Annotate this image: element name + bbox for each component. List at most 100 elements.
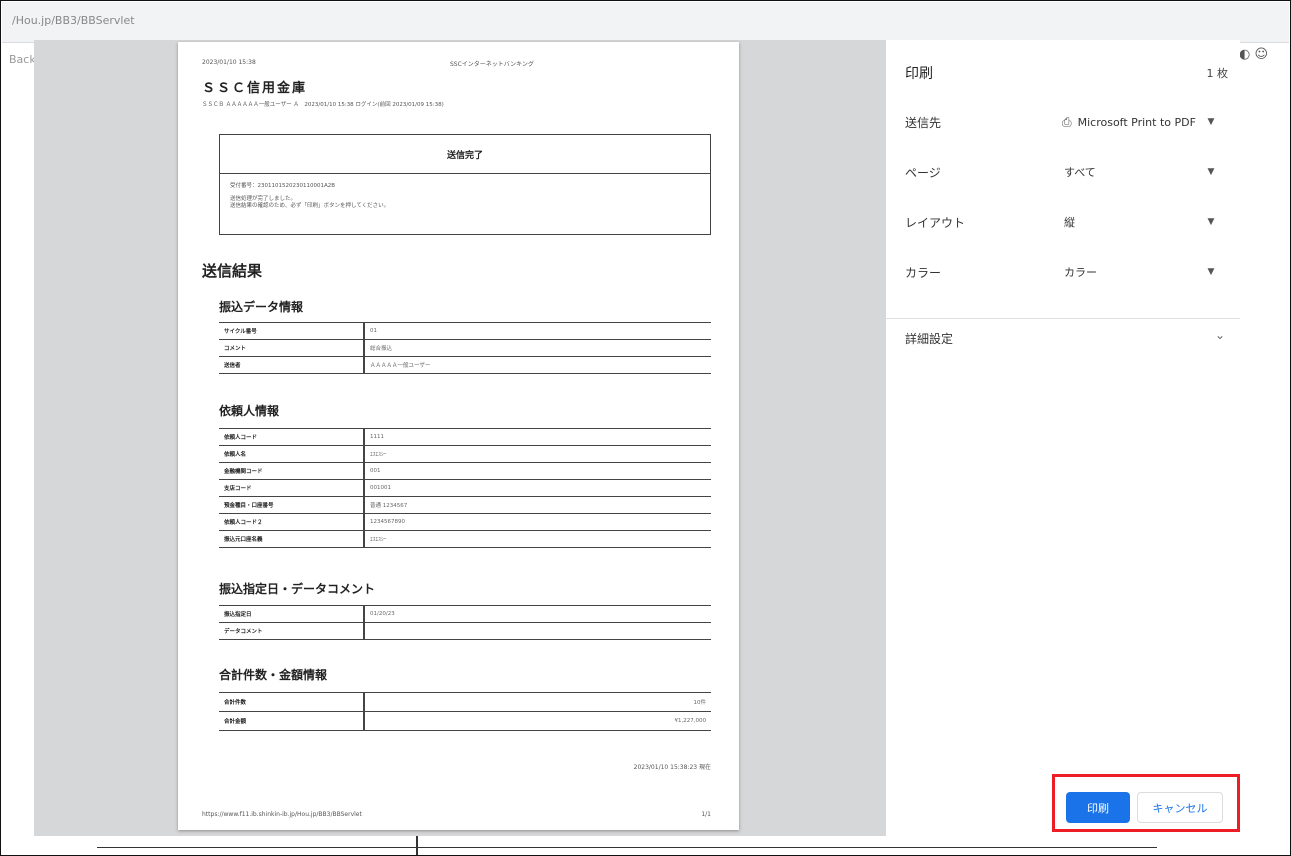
chevron-down-icon: ▼ (1207, 117, 1215, 127)
sheet-count: 1 枚 (1206, 67, 1229, 80)
table-row: 依頼人コード 1111 (219, 428, 711, 446)
page-header-title: SSCインターネットバンキング (450, 61, 534, 68)
row-value: 総合振込 (364, 339, 711, 357)
results-heading: 送信結果 (202, 262, 263, 280)
row-value: ¥1,227,000 (364, 711, 711, 731)
table-row: 振込指定日 01/20/23 (219, 605, 711, 623)
settings-divider (886, 318, 1240, 319)
row-key: 依頼人名 (219, 445, 365, 463)
row-value: ＡＡＡＡＡ一般ユーザー (364, 356, 711, 374)
destination-select[interactable]: ⎙ Microsoft Print to PDF ▼ (1042, 107, 1222, 137)
table-row: 合計金額 ¥1,227,000 (219, 711, 711, 731)
row-key: 金融機関コード (219, 462, 365, 480)
layout-label: レイアウト (905, 216, 966, 230)
table-row: 振込元口座名義 ｴｽｴｽｼｰ (219, 530, 711, 548)
destination-value: Microsoft Print to PDF (1077, 115, 1196, 129)
row-key: 預金種目・口座番号 (219, 496, 365, 514)
destination-label: 送信先 (905, 116, 942, 130)
table-row: 金融機関コード 001 (219, 462, 711, 480)
row-key: 依頼人コード２ (219, 513, 365, 531)
table-row: サイクル番号 01 (219, 322, 711, 340)
row-key: 合計金額 (219, 711, 365, 731)
row-key: 支店コード (219, 479, 365, 497)
chevron-down-icon: ▼ (1207, 167, 1215, 177)
section-title-totals: 合計件数・金額情報 (219, 668, 328, 682)
totals-table: 合計件数 10件 合計金額 ¥1,227,000 (219, 692, 711, 731)
footer-page-number: 1/1 (701, 811, 711, 818)
row-value: 01 (364, 322, 711, 340)
table-row: 依頼人コード２ 1234567890 (219, 513, 711, 531)
layout-value: 縦 (1064, 216, 1075, 229)
completion-line: 送信処理が完了しました。 (230, 196, 297, 202)
table-row: 支店コード 001001 (219, 479, 711, 497)
row-value: ｴｽｴｽｼｰ (364, 530, 711, 548)
color-label: カラー (905, 266, 942, 280)
pages-select[interactable]: すべて ▼ (1042, 157, 1222, 187)
footer-url: https://www.f11.ib.shinkin-ib.jp/Hou.jp/… (202, 811, 362, 818)
print-settings-panel: 印刷 1 枚 送信先 ⎙ Microsoft Print to PDF ▼ ペー… (886, 40, 1240, 836)
row-key: 振込元口座名義 (219, 530, 365, 548)
row-value: 10件 (364, 692, 711, 712)
user-info-line: ＳＳＣＢ ＡＡＡＡＡＡ一般ユーザー Ａ 2023/01/10 15:38 ログイ… (202, 102, 444, 108)
more-settings-label: 詳細設定 (905, 332, 954, 346)
completion-message: 受付番号：2301101520230110001A2B 送信処理が完了しました。… (220, 174, 710, 219)
table-row: 預金種目・口座番号 普通 1234567 (219, 496, 711, 514)
print-title: 印刷 (905, 66, 933, 82)
pages-row: ページ すべて ▼ (905, 157, 1225, 187)
row-key: データコメント (219, 622, 365, 640)
background-divider-tick (416, 835, 418, 855)
background-divider (97, 847, 1157, 848)
table-row: 合計件数 10件 (219, 692, 711, 712)
row-value: 1111 (364, 428, 711, 446)
row-value: ｴｽｴｽｼｰ (364, 445, 711, 463)
color-select[interactable]: カラー ▼ (1042, 257, 1222, 287)
color-row: カラー カラー ▼ (905, 257, 1225, 287)
requester-table: 依頼人コード 1111 依頼人名 ｴｽｴｽｼｰ 金融機関コード 001 支店コード 00… (219, 428, 711, 548)
row-key: 依頼人コード (219, 428, 365, 446)
section-title-date-comment: 振込指定日・データコメント (219, 582, 376, 596)
row-key: 送信者 (219, 356, 365, 374)
layout-row: レイアウト 縦 ▼ (905, 207, 1225, 237)
row-value: 001 (364, 462, 711, 480)
row-value: 001001 (364, 479, 711, 497)
color-value: カラー (1064, 266, 1097, 279)
address-bar[interactable]: /Hou.jp/BB3/BBServlet (2, 2, 1289, 43)
more-settings-toggle[interactable]: 詳細設定 ⌄ (905, 328, 1225, 358)
background-back-text: Back (9, 53, 36, 66)
print-button[interactable]: 印刷 (1066, 792, 1130, 823)
row-value: 01/20/23 (364, 605, 711, 623)
preview-page: 2023/01/10 15:38 SSCインターネットバンキング ＳＳＣ信用金庫… (178, 42, 739, 830)
section-title-transfer-data: 振込データ情報 (219, 300, 304, 314)
chevron-down-icon: ▼ (1207, 217, 1215, 227)
row-value: 普通 1234567 (364, 496, 711, 514)
chevron-down-icon: ▼ (1207, 267, 1215, 277)
completion-title: 送信完了 (220, 135, 710, 174)
row-value: 1234567890 (364, 513, 711, 531)
date-comment-table: 振込指定日 01/20/23 データコメント (219, 605, 711, 640)
cancel-button[interactable]: キャンセル (1137, 792, 1223, 823)
chevron-down-icon: ⌄ (1214, 328, 1225, 342)
pages-label: ページ (905, 166, 941, 180)
pages-value: すべて (1064, 166, 1096, 179)
table-row: 依頼人名 ｴｽｴｽｼｰ (219, 445, 711, 463)
table-row: 送信者 ＡＡＡＡＡ一般ユーザー (219, 356, 711, 374)
table-row: コメント 総合振込 (219, 339, 711, 357)
row-key: コメント (219, 339, 365, 357)
background-toolbar-icons: ◐ ☺ (1239, 47, 1269, 62)
footer-timestamp: 2023/01/10 15:38:23 現在 (633, 764, 711, 771)
completion-box: 送信完了 受付番号：2301101520230110001A2B 送信処理が完了… (219, 134, 711, 235)
row-key: 合計件数 (219, 692, 365, 712)
layout-select[interactable]: 縦 ▼ (1042, 207, 1222, 237)
table-row: データコメント (219, 622, 711, 640)
page-header-date: 2023/01/10 15:38 (202, 59, 256, 66)
destination-row: 送信先 ⎙ Microsoft Print to PDF ▼ (905, 107, 1225, 137)
completion-note: 送信結果の確認のため、必ず「印刷」ボタンを押してください。 (230, 203, 390, 209)
row-value (364, 622, 711, 640)
printer-icon: ⎙ (1062, 114, 1072, 129)
row-key: サイクル番号 (219, 322, 365, 340)
bank-name: ＳＳＣ信用金庫 (202, 81, 308, 96)
address-url[interactable]: /Hou.jp/BB3/BBServlet (12, 14, 135, 27)
row-key: 振込指定日 (219, 605, 365, 623)
transfer-data-table: サイクル番号 01 コメント 総合振込 送信者 ＡＡＡＡＡ一般ユーザー (219, 322, 711, 374)
receipt-number: 受付番号：2301101520230110001A2B (230, 183, 336, 189)
